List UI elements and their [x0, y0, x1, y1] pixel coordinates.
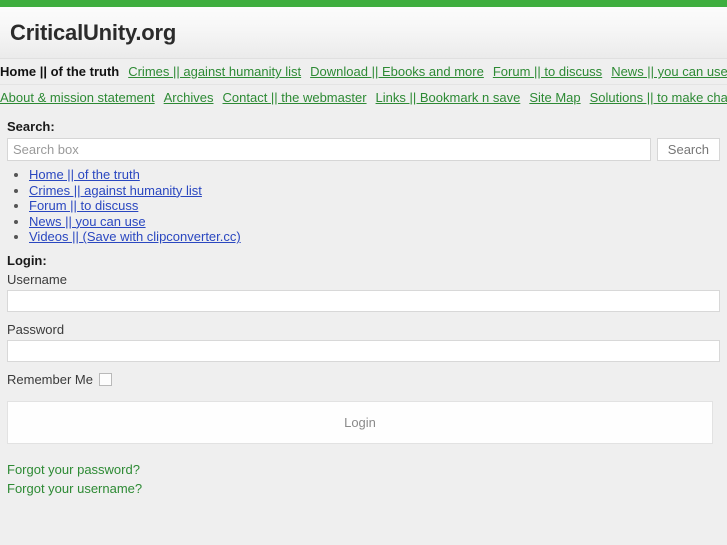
list-item: Crimes || against humanity list — [29, 183, 720, 199]
list-item: Forum || to discuss — [29, 198, 720, 214]
nav-item-crimes[interactable]: Crimes || against humanity list — [128, 64, 301, 79]
nav-item-about[interactable]: About & mission statement — [0, 90, 155, 105]
password-input[interactable] — [7, 339, 720, 362]
search-button[interactable]: Search — [656, 138, 720, 161]
quick-link-news[interactable]: News || you can use — [29, 214, 146, 229]
search-heading: Search: — [7, 119, 55, 134]
quick-link-videos[interactable]: Videos || (Save with clipconverter.cc) — [29, 229, 241, 244]
forgot-password-link[interactable]: Forgot your password? — [7, 460, 720, 479]
nav-item-links[interactable]: Links || Bookmark n save — [376, 90, 521, 105]
footer-links: Forgot your password? Forgot your userna… — [7, 460, 720, 498]
list-item: Videos || (Save with clipconverter.cc) — [29, 229, 720, 245]
quick-link-crimes[interactable]: Crimes || against humanity list — [29, 183, 202, 198]
quick-link-forum[interactable]: Forum || to discuss — [29, 198, 138, 213]
remember-me-row: Remember Me — [7, 372, 720, 387]
username-input[interactable] — [7, 289, 720, 312]
secondary-navigation-links: About & mission statement Archives Contact… — [0, 89, 727, 107]
remember-me-checkbox[interactable] — [98, 372, 112, 386]
username-label: Username — [7, 271, 67, 287]
nav-item-archives[interactable]: Archives — [164, 90, 214, 105]
list-item: News || you can use — [29, 214, 720, 230]
quick-links-list: Home || of the truth Crimes || against h… — [7, 167, 720, 245]
nav-item-home[interactable]: Home || of the truth — [0, 64, 119, 79]
search-row: Search — [7, 138, 720, 161]
page-content: Search: Search Home || of the truth Crim… — [0, 119, 727, 498]
nav-item-forum[interactable]: Forum || to discuss — [493, 64, 602, 79]
site-header: CriticalUnity.org — [0, 7, 727, 59]
primary-navigation-links: Home || of the truth Crimes || against hu… — [0, 63, 727, 81]
nav-item-download[interactable]: Download || Ebooks and more — [310, 64, 484, 79]
list-item: Home || of the truth — [29, 167, 720, 183]
primary-navigation: Home || of the truth Crimes || against hu… — [0, 59, 727, 84]
nav-item-contact[interactable]: Contact || the webmaster — [223, 90, 367, 105]
password-label: Password — [7, 321, 65, 337]
site-title: CriticalUnity.org — [10, 19, 177, 45]
nav-item-site-map[interactable]: Site Map — [529, 90, 580, 105]
quick-link-home[interactable]: Home || of the truth — [29, 167, 140, 182]
top-accent-bar — [0, 0, 727, 7]
remember-me-label: Remember Me — [7, 371, 93, 387]
secondary-navigation: About & mission statement Archives Contact… — [0, 84, 727, 111]
nav-item-news[interactable]: News || you can use — [611, 64, 727, 79]
login-button[interactable]: Login — [7, 400, 713, 444]
search-input[interactable] — [7, 138, 651, 161]
login-section: Login: Username Password Remember Me Log… — [7, 253, 720, 444]
nav-item-solutions[interactable]: Solutions || to make change — [590, 90, 727, 105]
forgot-username-link[interactable]: Forgot your username? — [7, 479, 720, 498]
login-heading: Login: — [7, 252, 47, 268]
